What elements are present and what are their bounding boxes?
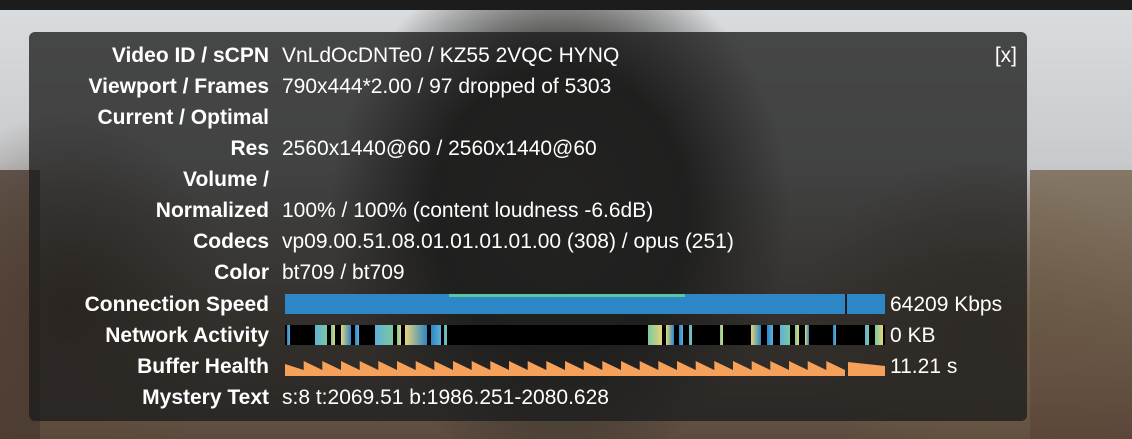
color-label: Color xyxy=(214,261,269,284)
mystery-text-value: s:8 t:2069.51 b:1986.251-2080.628 xyxy=(282,386,609,409)
connection-speed-graph xyxy=(285,294,885,314)
connection-speed-gap xyxy=(845,294,847,314)
network-activity-segment xyxy=(287,325,290,345)
network-activity-segment xyxy=(444,325,447,345)
network-activity-readout: 0 KB xyxy=(890,324,936,347)
network-activity-label: Network Activity xyxy=(105,324,269,347)
network-activity-segment xyxy=(751,325,761,345)
codecs-label: Codecs xyxy=(193,230,269,253)
network-activity-graph xyxy=(285,325,885,345)
network-activity-segment xyxy=(648,325,662,345)
top-strip xyxy=(0,0,1132,10)
row-video-id: Video ID / sCPN VnLdOcDNTe0 / KZ55 2VQC … xyxy=(29,40,1027,71)
network-activity-segment xyxy=(375,325,393,345)
network-activity-segment xyxy=(767,325,773,345)
network-activity-segment xyxy=(805,325,809,345)
color-value: bt709 / bt709 xyxy=(282,261,405,284)
buffer-health-readout: 11.21 s xyxy=(890,355,958,378)
viewport-label: Viewport / Frames xyxy=(88,75,269,98)
network-activity-segment xyxy=(720,325,723,345)
buffer-health-sawtooth xyxy=(285,361,885,376)
row-normalized: Normalized 100% / 100% (content loudness… xyxy=(29,195,1027,226)
res-label: Res xyxy=(230,137,269,160)
network-activity-segment xyxy=(833,325,836,345)
row-codecs: Codecs vp09.00.51.08.01.01.01.01.00 (308… xyxy=(29,226,1027,257)
normalized-value: 100% / 100% (content loudness -6.6dB) xyxy=(282,199,654,222)
network-activity-segment xyxy=(865,325,869,345)
res-value: 2560x1440@60 / 2560x1440@60 xyxy=(282,137,597,160)
volume-label: Volume / xyxy=(183,168,269,191)
row-viewport: Viewport / Frames 790x444*2.00 / 97 drop… xyxy=(29,71,1027,102)
row-current-optimal: Current / Optimal xyxy=(29,102,1027,133)
connection-speed-readout: 64209 Kbps xyxy=(890,293,1003,316)
network-activity-segment xyxy=(666,325,674,345)
buffer-health-graph xyxy=(285,356,885,376)
buffer-health-area-a xyxy=(285,361,845,376)
network-activity-segment xyxy=(315,325,327,345)
row-mystery-text: Mystery Text s:8 t:2069.51 b:1986.251-20… xyxy=(29,382,1027,413)
row-volume: Volume / xyxy=(29,164,1027,195)
video-rock-right xyxy=(1030,170,1132,439)
row-color: Color bt709 / bt709 xyxy=(29,257,1027,288)
network-activity-segment xyxy=(405,325,427,345)
connection-speed-fill xyxy=(285,294,885,314)
network-activity-segment xyxy=(780,325,790,345)
buffer-health-area-b xyxy=(848,362,885,376)
codecs-value: vp09.00.51.08.01.01.01.01.00 (308) / opu… xyxy=(282,230,734,253)
mystery-text-label: Mystery Text xyxy=(142,386,269,409)
buffer-health-label: Buffer Health xyxy=(137,355,269,378)
connection-speed-peak-line xyxy=(449,294,685,297)
video-id-label: Video ID / sCPN xyxy=(111,44,269,67)
network-activity-segment xyxy=(875,325,883,345)
row-connection-speed: Connection Speed 64209 Kbps xyxy=(29,289,1027,320)
row-network-activity: Network Activity 0 KB xyxy=(29,320,1027,351)
connection-speed-label: Connection Speed xyxy=(84,293,269,316)
network-activity-segment xyxy=(331,325,335,345)
network-activity-segment xyxy=(795,325,799,345)
network-activity-segment xyxy=(341,325,351,345)
row-res: Res 2560x1440@60 / 2560x1440@60 xyxy=(29,133,1027,164)
network-activity-segment xyxy=(355,325,359,345)
normalized-label: Normalized xyxy=(155,199,269,222)
video-id-value: VnLdOcDNTe0 / KZ55 2VQC HYNQ xyxy=(282,44,620,67)
network-activity-segment xyxy=(431,325,441,345)
row-buffer-health: Buffer Health 11.21 s xyxy=(29,351,1027,382)
current-optimal-label: Current / Optimal xyxy=(97,106,269,129)
network-activity-segment xyxy=(689,325,692,345)
viewport-value: 790x444*2.00 / 97 dropped of 5303 xyxy=(282,75,612,98)
network-activity-segment xyxy=(679,325,683,345)
stats-for-nerds-panel: [x] Video ID / sCPN VnLdOcDNTe0 / KZ55 2… xyxy=(29,32,1027,421)
network-activity-segment xyxy=(397,325,401,345)
